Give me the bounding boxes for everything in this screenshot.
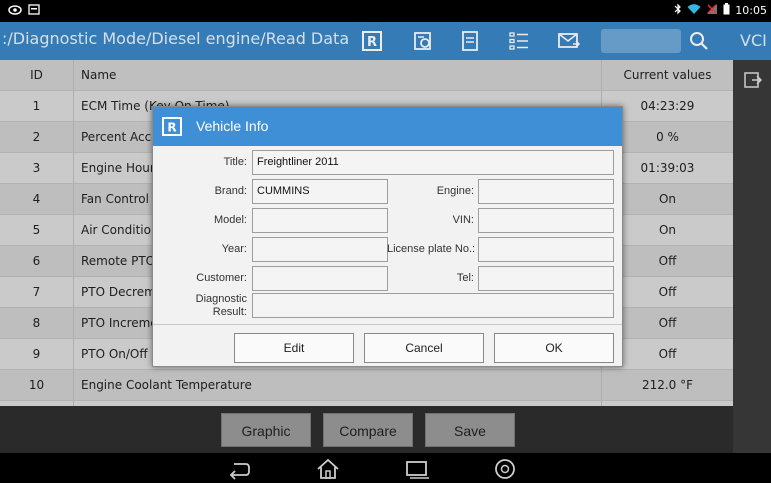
license-plate-label: License plate No.: [387, 243, 476, 255]
edit-button[interactable]: Edit [234, 333, 354, 363]
ok-button[interactable]: OK [494, 333, 614, 363]
model-field[interactable] [252, 208, 388, 233]
screen-icon [28, 4, 40, 18]
report-logo-icon: R [162, 117, 182, 136]
dialog-header: R Vehicle Info [153, 107, 622, 146]
bluetooth-icon [674, 3, 682, 18]
clock: 10:05 [735, 4, 767, 17]
engine-label: Engine: [436, 185, 474, 197]
back-icon[interactable] [226, 458, 252, 480]
brand-label: Brand: [214, 185, 247, 197]
cancel-button[interactable]: Cancel [364, 333, 484, 363]
year-label: Year: [221, 243, 247, 255]
android-nav-bar [0, 453, 771, 483]
vin-field[interactable] [478, 208, 614, 233]
vin-label: VIN: [452, 214, 474, 226]
battery-icon [723, 3, 730, 18]
diagnostic-label-line2: Result: [212, 306, 247, 317]
dialog-title: Vehicle Info [196, 118, 269, 134]
title-field[interactable]: Freightliner 2011 [252, 150, 614, 175]
diagnostic-result-label: Diagnostic Result: [173, 293, 247, 317]
status-bar: 10:05 [0, 0, 771, 22]
recent-apps-icon[interactable] [405, 458, 431, 480]
signal-off-icon [706, 3, 718, 18]
vehicle-info-dialog: R Vehicle Info Title: Freightliner 2011 … [152, 106, 623, 367]
eye-icon [8, 4, 22, 18]
customer-label: Customer: [196, 272, 247, 284]
diagnostic-label-line1: Diagnostic [195, 293, 247, 305]
dialog-divider [153, 324, 622, 325]
diagnostic-result-field[interactable] [252, 293, 614, 318]
brand-field[interactable]: CUMMINS [252, 179, 388, 204]
chrome-icon[interactable] [492, 458, 518, 480]
engine-field[interactable] [478, 179, 614, 204]
year-field[interactable] [252, 237, 388, 262]
wifi-icon [687, 3, 701, 18]
home-icon[interactable] [315, 458, 341, 480]
tel-label: Tel: [456, 272, 474, 284]
license-plate-field[interactable] [478, 237, 614, 262]
tel-field[interactable] [478, 266, 614, 291]
customer-field[interactable] [252, 266, 388, 291]
svg-text:R: R [167, 121, 176, 135]
title-label: Title: [223, 156, 247, 168]
model-label: Model: [213, 214, 247, 226]
